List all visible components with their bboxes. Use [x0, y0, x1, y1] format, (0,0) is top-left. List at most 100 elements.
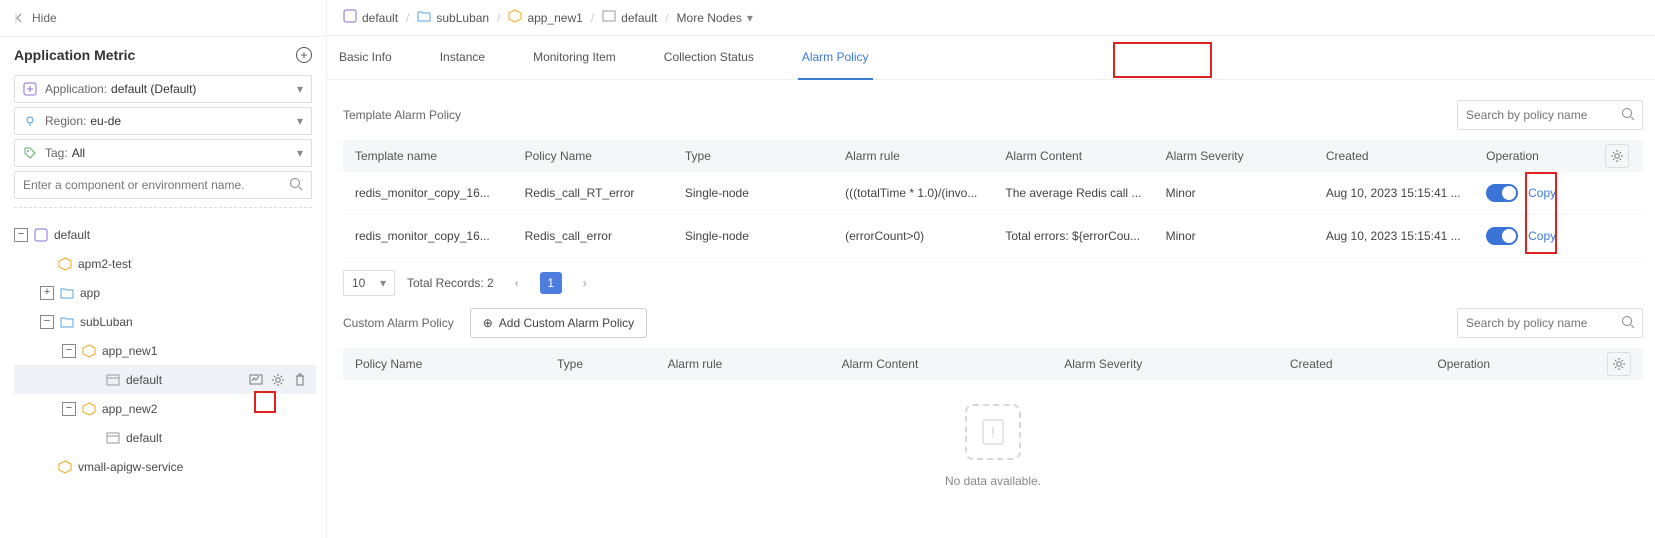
- enable-toggle[interactable]: [1486, 184, 1518, 202]
- gear-icon[interactable]: [268, 370, 288, 390]
- page-size-value: 10: [352, 276, 365, 290]
- app-tree: − default apm2-test + app − subLuban − a…: [0, 216, 326, 481]
- th-alarm-content: Alarm Content: [993, 140, 1153, 172]
- tab-alarm-policy[interactable]: Alarm Policy: [798, 50, 873, 80]
- monitor-icon[interactable]: [246, 370, 266, 390]
- th-template-name: Template name: [343, 140, 513, 172]
- collapse-icon[interactable]: −: [62, 402, 76, 416]
- add-custom-policy-button[interactable]: ⊕ Add Custom Alarm Policy: [470, 308, 647, 338]
- expand-icon[interactable]: +: [40, 286, 54, 300]
- search-icon[interactable]: [1621, 315, 1635, 332]
- sidebar-search-input[interactable]: [23, 178, 289, 192]
- cell-content: Total errors: ${errorCou...: [993, 215, 1153, 258]
- template-search[interactable]: [1457, 100, 1643, 130]
- tree-item[interactable]: − app_new2: [14, 394, 316, 423]
- tree-label: default: [54, 228, 90, 242]
- panel-title: Custom Alarm Policy: [343, 316, 454, 330]
- divider: [14, 207, 312, 208]
- region-select[interactable]: Region: eu-de ▾: [14, 107, 312, 135]
- template-search-input[interactable]: [1466, 108, 1621, 122]
- cell-type: Single-node: [673, 172, 833, 215]
- cube-icon: [58, 257, 72, 271]
- collapse-icon[interactable]: −: [40, 315, 54, 329]
- env-icon: [106, 373, 120, 387]
- copy-link[interactable]: Copy: [1528, 229, 1556, 243]
- chevron-down-icon: ▾: [747, 11, 753, 25]
- breadcrumb-seg[interactable]: subLuban: [417, 10, 489, 25]
- chevron-down-icon: ▾: [297, 114, 303, 128]
- env-icon: [602, 10, 616, 25]
- custom-search-input[interactable]: [1466, 316, 1621, 330]
- folder-icon: [60, 315, 74, 329]
- breadcrumb-label: subLuban: [436, 11, 489, 25]
- tree-label: default: [126, 373, 162, 387]
- copy-link[interactable]: Copy: [1528, 186, 1556, 200]
- th-alarm-content: Alarm Content: [830, 348, 1053, 380]
- region-label: Region:: [45, 114, 86, 128]
- tab-collection-status[interactable]: Collection Status: [660, 50, 758, 79]
- tree-item[interactable]: − app_new1: [14, 336, 316, 365]
- next-page-button[interactable]: ›: [574, 272, 596, 294]
- th-alarm-severity: Alarm Severity: [1154, 140, 1314, 172]
- tabs-container: Basic Info Instance Monitoring Item Coll…: [327, 36, 1655, 80]
- prev-page-button[interactable]: ‹: [506, 272, 528, 294]
- tree-item[interactable]: − subLuban: [14, 307, 316, 336]
- custom-search[interactable]: [1457, 308, 1643, 338]
- add-metric-button[interactable]: +: [296, 47, 312, 63]
- th-alarm-rule: Alarm rule: [656, 348, 830, 380]
- cube-icon: [508, 9, 522, 26]
- chevron-left-icon: [14, 12, 26, 24]
- pagination: 10 ▾ Total Records: 2 ‹ 1 ›: [343, 258, 1643, 296]
- template-table: Template name Policy Name Type Alarm rul…: [343, 140, 1643, 258]
- collapse-icon[interactable]: −: [14, 228, 28, 242]
- search-icon[interactable]: [1621, 107, 1635, 124]
- trash-icon[interactable]: [290, 370, 310, 390]
- custom-table: Policy Name Type Alarm rule Alarm Conten…: [343, 348, 1643, 380]
- collapse-icon[interactable]: −: [62, 344, 76, 358]
- folder-icon: [60, 286, 74, 300]
- cell-type: Single-node: [673, 215, 833, 258]
- table-settings-button[interactable]: [1605, 144, 1629, 168]
- sidebar-search[interactable]: [14, 171, 312, 199]
- tree-label: app: [80, 286, 100, 300]
- tree-item[interactable]: + app: [14, 278, 316, 307]
- cell-content: The average Redis call ...: [993, 172, 1153, 215]
- breadcrumb-label: app_new1: [527, 11, 582, 25]
- tree-item[interactable]: default: [14, 423, 316, 452]
- breadcrumb-more[interactable]: More Nodes ▾: [677, 11, 753, 25]
- th-created: Created: [1314, 140, 1474, 172]
- enable-toggle[interactable]: [1486, 227, 1518, 245]
- breadcrumb-seg[interactable]: app_new1: [508, 9, 582, 26]
- tag-label: Tag:: [45, 146, 68, 160]
- tab-instance[interactable]: Instance: [436, 50, 489, 79]
- breadcrumb-seg[interactable]: default: [602, 10, 657, 25]
- hide-sidebar-button[interactable]: Hide: [0, 0, 326, 36]
- cell-policy: Redis_call_RT_error: [513, 172, 673, 215]
- cell-severity: Minor: [1154, 215, 1314, 258]
- cell-created: Aug 10, 2023 15:15:41 ...: [1314, 172, 1474, 215]
- page-size-select[interactable]: 10 ▾: [343, 270, 395, 296]
- breadcrumb-seg[interactable]: default: [343, 9, 398, 26]
- tree-root[interactable]: − default: [14, 220, 316, 249]
- tab-monitoring-item[interactable]: Monitoring Item: [529, 50, 620, 79]
- application-select[interactable]: Application: default (Default) ▾: [14, 75, 312, 103]
- region-value: eu-de: [90, 114, 121, 128]
- tree-item[interactable]: vmall-apigw-service: [14, 452, 316, 481]
- current-page[interactable]: 1: [540, 272, 562, 294]
- cell-rule: (errorCount>0): [833, 215, 993, 258]
- tree-item[interactable]: apm2-test: [14, 249, 316, 278]
- application-label: Application:: [45, 82, 107, 96]
- th-type: Type: [673, 140, 833, 172]
- application-icon: [34, 228, 48, 242]
- table-settings-button[interactable]: [1607, 352, 1631, 376]
- cell-severity: Minor: [1154, 172, 1314, 215]
- tree-label: apm2-test: [78, 257, 131, 271]
- tag-value: All: [72, 146, 85, 160]
- tab-basic-info[interactable]: Basic Info: [335, 50, 396, 79]
- chevron-down-icon: ▾: [380, 276, 386, 290]
- search-icon[interactable]: [289, 177, 303, 194]
- tree-item-selected[interactable]: default: [14, 365, 316, 394]
- separator: /: [497, 11, 500, 25]
- chevron-down-icon: ▾: [297, 146, 303, 160]
- tag-select[interactable]: Tag: All ▾: [14, 139, 312, 167]
